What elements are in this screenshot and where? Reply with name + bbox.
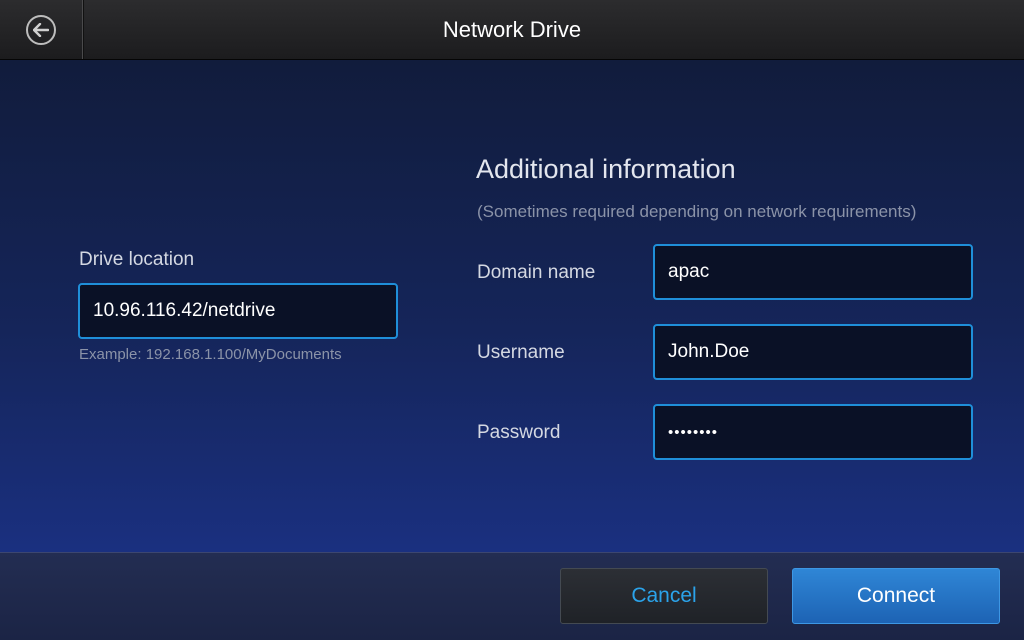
domain-name-label: Domain name — [477, 262, 596, 283]
username-label: Username — [477, 342, 565, 363]
domain-name-input[interactable]: apac — [653, 244, 973, 300]
additional-info-title: Additional information — [476, 154, 736, 184]
additional-info-subtitle: (Sometimes required depending on network… — [477, 202, 917, 221]
footer-bar: Cancel Connect — [0, 552, 1024, 640]
password-label: Password — [477, 422, 561, 443]
drive-location-label: Drive location — [79, 249, 195, 270]
header-bar: Network Drive — [0, 0, 1024, 60]
main-panel: Drive location 10.96.116.42/netdrive Exa… — [0, 60, 1024, 552]
drive-location-input[interactable]: 10.96.116.42/netdrive — [78, 283, 398, 339]
page-title: Network Drive — [442, 17, 582, 42]
cancel-button[interactable]: Cancel — [560, 568, 768, 624]
drive-location-hint: Example: 192.168.1.100/MyDocuments — [79, 346, 342, 363]
password-input[interactable]: •••••••• — [653, 404, 973, 460]
username-input[interactable]: John.Doe — [653, 324, 973, 380]
back-arrow-icon — [26, 14, 56, 45]
connect-button[interactable]: Connect — [792, 568, 1000, 624]
back-button[interactable] — [0, 0, 83, 59]
